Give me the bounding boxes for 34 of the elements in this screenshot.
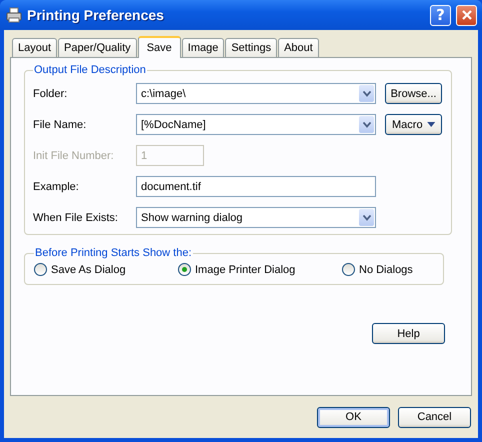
tab[interactable]: About xyxy=(278,38,319,57)
macro-button[interactable]: Macro xyxy=(385,114,442,135)
field-label: Init File Number: xyxy=(33,150,115,162)
help-button[interactable]: ? xyxy=(430,4,451,26)
dropdown[interactable]: c:\image\ xyxy=(136,83,376,104)
tab[interactable]: Layout xyxy=(12,38,58,57)
caret-icon xyxy=(426,122,435,128)
radio-button[interactable] xyxy=(342,263,355,276)
browse-button[interactable]: Browse... xyxy=(385,83,442,104)
close-button[interactable] xyxy=(456,4,477,26)
dropdown[interactable]: [%DocName] xyxy=(136,114,376,135)
radio-option[interactable]: Save As Dialog xyxy=(34,263,178,276)
dialog-button[interactable]: OK xyxy=(317,406,390,428)
input-field[interactable]: document.tif xyxy=(136,176,376,197)
group-title: Output File Description xyxy=(33,64,147,76)
field-label: File Name: xyxy=(33,118,88,130)
help-button[interactable]: Help xyxy=(372,323,445,344)
radio-option[interactable]: No Dialogs xyxy=(342,263,413,276)
field-label: When File Exists: xyxy=(33,212,119,224)
tab[interactable]: Save xyxy=(138,36,181,58)
group-title: Before Printing Starts Show the: xyxy=(34,247,193,259)
tab[interactable]: Image xyxy=(182,38,224,57)
field-label: Folder: xyxy=(33,88,68,100)
printer-icon xyxy=(6,7,22,23)
radio-button[interactable] xyxy=(34,263,47,276)
tab[interactable]: Settings xyxy=(225,38,278,57)
dropdown[interactable]: Show warning dialog xyxy=(136,207,376,228)
field-label: Example: xyxy=(33,180,80,192)
radio-option[interactable]: Image Printer Dialog xyxy=(178,263,342,276)
window-title: Printing Preferences xyxy=(27,7,165,23)
tab[interactable]: Paper/Quality xyxy=(58,38,137,57)
close-icon xyxy=(460,9,472,21)
dialog-button[interactable]: Cancel xyxy=(398,406,471,428)
radio-button[interactable] xyxy=(178,263,191,276)
